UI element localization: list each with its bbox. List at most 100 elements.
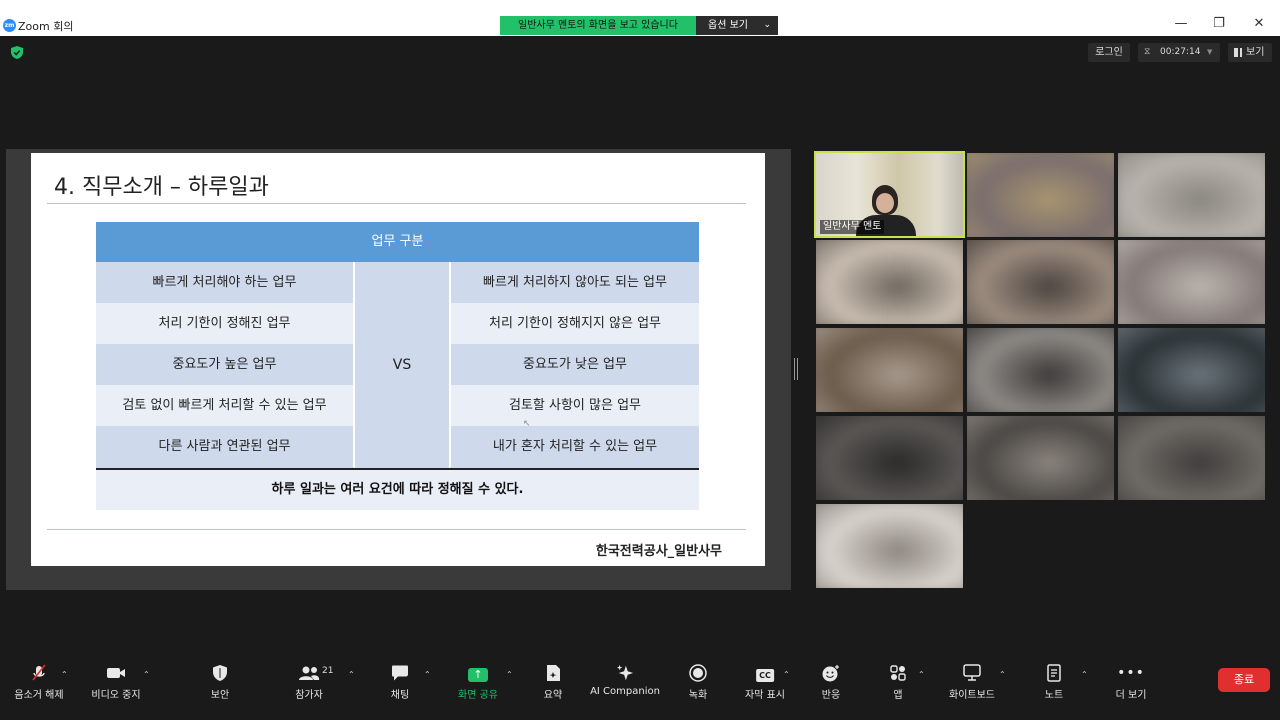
table-cell-right: 처리 기한이 정해지지 않은 업무 [450, 303, 699, 344]
more-button[interactable]: ••• 더 보기 [1110, 656, 1152, 720]
muted-mic-icon [32, 664, 46, 681]
participants-label: 참가자 [295, 690, 323, 701]
apps-button[interactable]: 앱 [884, 656, 912, 720]
video-feed [816, 416, 963, 500]
security-label: 보안 [210, 690, 230, 701]
notes-icon [1047, 664, 1061, 682]
table-cell-left: 중요도가 높은 업무 [96, 344, 354, 385]
chat-button[interactable]: 채팅 [382, 656, 418, 720]
hourglass-icon: ⧖ [1144, 47, 1151, 57]
summary-document-icon [547, 665, 560, 681]
captions-label: 자막 표시 [745, 690, 785, 701]
task-comparison-table: 업무 구분 빠르게 처리해야 하는 업무 빠르게 처리하지 않아도 되는 업무 … [96, 222, 699, 510]
window-title: Zoom 회의 [18, 20, 74, 33]
stop-video-label: 비디오 중지 [91, 690, 141, 701]
record-button[interactable]: 녹화 [682, 656, 714, 720]
participant-tile[interactable] [816, 504, 963, 588]
chevron-up-icon[interactable]: ⌃ [1081, 670, 1088, 679]
view-options-label: 옵션 보기 [708, 20, 748, 31]
timer-value: 00:27:14 [1160, 47, 1201, 57]
participant-tile[interactable] [967, 153, 1114, 237]
chevron-down-icon: ▼ [1207, 48, 1213, 56]
table-cell-right: 내가 혼자 처리할 수 있는 업무 [450, 426, 699, 467]
stop-video-button[interactable]: 비디오 중지 [88, 656, 144, 720]
participant-tile[interactable] [967, 240, 1114, 324]
participant-tile[interactable] [816, 328, 963, 412]
chevron-down-icon: ⌄ [763, 20, 771, 30]
maximize-button[interactable]: ❐ [1212, 17, 1226, 31]
chevron-up-icon[interactable]: ⌃ [348, 670, 355, 679]
end-meeting-button[interactable]: 종료 [1218, 668, 1270, 692]
layout-icon [1234, 48, 1242, 57]
participants-button[interactable]: 21 참가자 [288, 656, 334, 720]
participant-tile[interactable] [967, 328, 1114, 412]
captions-cc-icon: CC [756, 664, 774, 682]
encryption-shield-icon[interactable] [11, 46, 23, 59]
meeting-timer[interactable]: ⧖ 00:27:14 ▼ [1138, 43, 1220, 62]
chat-bubble-icon [392, 665, 408, 681]
table-cell-right: 검토할 사항이 많은 업무 [450, 385, 699, 426]
apps-label: 앱 [893, 690, 903, 701]
participant-tile[interactable] [816, 416, 963, 500]
view-button[interactable]: 보기 [1228, 43, 1272, 62]
chevron-up-icon[interactable]: ⌃ [424, 670, 431, 679]
chevron-up-icon[interactable]: ⌃ [61, 670, 68, 679]
reactions-label: 반응 [821, 690, 841, 701]
close-window-button[interactable]: ✕ [1252, 17, 1266, 31]
ai-companion-button[interactable]: AI Companion [590, 656, 660, 720]
participants-count: 21 [322, 666, 334, 676]
captions-button[interactable]: CC 자막 표시 [740, 656, 790, 720]
participant-tile[interactable] [816, 240, 963, 324]
minimize-button[interactable]: — [1174, 17, 1188, 31]
whiteboard-icon [963, 664, 981, 681]
table-summary: 하루 일과는 여러 요건에 따라 정해질 수 있다. [96, 470, 699, 510]
participant-tile[interactable] [967, 416, 1114, 500]
vs-label: VS [354, 262, 450, 468]
security-button[interactable]: 보안 [200, 656, 240, 720]
participant-tile-active[interactable]: 일반사무 멘토 [814, 151, 965, 238]
summary-button[interactable]: 요약 [538, 656, 568, 720]
title-bar: zm Zoom 회의 일반사무 멘토의 화면을 보고 있습니다 옵션 보기 ⌄ … [0, 0, 1280, 36]
video-camera-icon [107, 668, 125, 678]
table-cell-left: 빠르게 처리해야 하는 업무 [96, 262, 354, 303]
slide-footer: 한국전력공사_일반사무 [595, 544, 722, 559]
chevron-up-icon[interactable]: ⌃ [506, 670, 513, 679]
chevron-up-icon[interactable]: ⌃ [143, 670, 150, 679]
video-feed [1118, 240, 1265, 324]
chat-label: 채팅 [390, 690, 410, 701]
participant-face [876, 193, 894, 213]
whiteboard-button[interactable]: 화이트보드 [942, 656, 1002, 720]
video-feed [967, 240, 1114, 324]
participant-tile[interactable] [1118, 153, 1265, 237]
video-feed [816, 504, 963, 588]
panel-splitter-handle[interactable] [794, 358, 798, 380]
participants-icon [299, 666, 320, 680]
chevron-up-icon[interactable]: ⌃ [999, 670, 1006, 679]
share-screen-button[interactable]: ↑ 화면 공유 [452, 656, 504, 720]
summary-label: 요약 [543, 690, 563, 701]
captions-cc-text: CC [756, 669, 774, 682]
record-icon [689, 664, 707, 682]
video-feed [816, 240, 963, 324]
notes-button[interactable]: 노트 [1038, 656, 1070, 720]
slide-title: 4. 직무소개 – 하루일과 [54, 175, 269, 200]
view-options-button[interactable]: 옵션 보기 ⌄ [696, 16, 778, 35]
screen-share-banner: 일반사무 멘토의 화면을 보고 있습니다 [500, 16, 696, 35]
participant-tile[interactable] [1118, 416, 1265, 500]
ai-sparkle-icon [616, 664, 634, 681]
share-screen-label: 화면 공유 [458, 690, 498, 701]
apps-icon [890, 665, 906, 681]
video-feed [816, 328, 963, 412]
participant-tile[interactable] [1118, 328, 1265, 412]
table-cell-left: 처리 기한이 정해진 업무 [96, 303, 354, 344]
chevron-up-icon[interactable]: ⌃ [783, 670, 790, 679]
zoom-meeting-window: zm Zoom 회의 일반사무 멘토의 화면을 보고 있습니다 옵션 보기 ⌄ … [0, 0, 1280, 720]
unmute-button[interactable]: 음소거 해제 [10, 656, 68, 720]
chevron-up-icon[interactable]: ⌃ [918, 670, 925, 679]
reactions-button[interactable]: 반응 [814, 656, 848, 720]
table-cell-left: 검토 없이 빠르게 처리할 수 있는 업무 [96, 385, 354, 426]
shared-slide: 4. 직무소개 – 하루일과 업무 구분 빠르게 처리해야 하는 업무 빠르게 … [31, 153, 765, 566]
participant-tile[interactable] [1118, 240, 1265, 324]
notes-label: 노트 [1044, 690, 1064, 701]
login-button[interactable]: 로그인 [1088, 43, 1130, 62]
